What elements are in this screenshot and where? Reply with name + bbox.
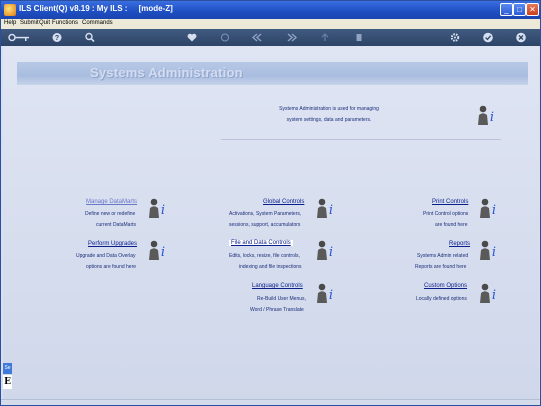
svg-text:i: i	[490, 110, 494, 125]
page-title: Systems Administration	[90, 65, 243, 80]
perform-upgrades-link[interactable]: Perform Upgrades	[88, 241, 137, 247]
maximize-button[interactable]: □	[513, 3, 526, 16]
reports-link[interactable]: Reports	[449, 241, 470, 247]
language-controls-desc-1: Re-Build User Menus,	[257, 296, 306, 302]
help-assistant-icon[interactable]: i	[477, 239, 499, 261]
help-assistant-icon[interactable]: i	[314, 239, 336, 261]
language-controls-link[interactable]: Language Controls	[252, 283, 303, 289]
divider	[221, 139, 501, 140]
minimize-button[interactable]: _	[500, 3, 513, 16]
global-controls-link[interactable]: Global Controls	[263, 199, 304, 205]
svg-text:i: i	[161, 245, 165, 260]
file-and-data-controls-desc-2: indexing and file inspections	[239, 264, 302, 270]
search-icon[interactable]	[84, 31, 96, 44]
print-controls-desc-2: are found here	[435, 222, 468, 228]
menu-commands[interactable]: Commands	[82, 20, 113, 26]
reports-desc-2: Reports are found here	[415, 264, 467, 270]
reports-desc-1: Systems Admin related	[417, 253, 469, 259]
menu-help[interactable]: Help	[4, 20, 16, 26]
menu-submit[interactable]: Submit	[20, 20, 39, 26]
status-bar	[1, 399, 540, 405]
side-panel-tab[interactable]: Se	[3, 363, 12, 374]
menu-quit[interactable]: Quit	[39, 20, 50, 26]
manage-datamarts-desc-2: current DataMarts	[96, 222, 137, 228]
close-icon[interactable]	[515, 31, 527, 44]
perform-upgrades-desc-1: Upgrade and Data Overlay	[76, 253, 136, 259]
main-content: Systems Administration Systems Administr…	[3, 46, 539, 404]
custom-options-link[interactable]: Custom Options	[424, 283, 467, 289]
section-banner: Systems Administration	[17, 62, 528, 85]
global-controls-desc-2: sessions, support, accumulators	[229, 222, 301, 228]
intro-line-2: system settings, data and parameters.	[286, 117, 372, 123]
help-assistant-icon[interactable]: i	[477, 282, 499, 304]
svg-text:i: i	[492, 245, 496, 260]
intro-line-1: Systems Administration is used for manag…	[279, 106, 379, 112]
help-assistant-icon[interactable]: i	[475, 104, 497, 126]
page-icon[interactable]	[353, 31, 365, 44]
settings-icon[interactable]	[449, 31, 461, 44]
toolbar: ?	[1, 29, 540, 46]
svg-text:i: i	[492, 203, 496, 218]
svg-text:i: i	[492, 288, 496, 303]
check-icon[interactable]	[482, 31, 494, 44]
menu-functions[interactable]: Functions	[52, 20, 78, 26]
key-icon[interactable]	[7, 31, 31, 44]
window-title: ILS Client(Q) v8.19 : My ILS : [mode-Z]	[19, 4, 173, 13]
print-controls-link[interactable]: Print Controls	[432, 199, 468, 205]
menu-bar: Help Submit Quit Functions Commands	[1, 19, 540, 29]
svg-text:i: i	[329, 245, 333, 260]
help-assistant-icon[interactable]: i	[146, 197, 168, 219]
svg-text:i: i	[329, 288, 333, 303]
circle-icon[interactable]	[219, 31, 231, 44]
close-window-button[interactable]: ✕	[526, 3, 539, 16]
help-assistant-icon[interactable]: i	[146, 239, 168, 261]
file-and-data-controls-desc-1: Edits, locks, resize, file controls,	[229, 253, 300, 259]
svg-text:i: i	[329, 203, 333, 218]
help-assistant-icon[interactable]: i	[314, 282, 336, 304]
language-controls-desc-2: Word / Phrase Translate	[250, 307, 304, 313]
custom-options-desc-1: Locally defined options	[416, 296, 467, 302]
help-assistant-icon[interactable]: i	[314, 197, 336, 219]
manage-datamarts-link[interactable]: Manage DataMarts	[86, 199, 137, 205]
fast-forward-icon[interactable]	[286, 31, 298, 44]
heart-icon[interactable]	[186, 31, 198, 44]
help-icon[interactable]: ?	[51, 31, 63, 44]
app-window: ILS Client(Q) v8.19 : My ILS : [mode-Z] …	[0, 0, 541, 406]
app-logo-icon	[4, 4, 16, 16]
up-arrow-icon[interactable]	[319, 31, 331, 44]
side-panel-letter[interactable]: E	[3, 375, 12, 389]
file-and-data-controls-link[interactable]: File and Data Controls	[229, 240, 293, 246]
svg-text:?: ?	[55, 35, 59, 42]
help-assistant-icon[interactable]: i	[477, 197, 499, 219]
svg-text:i: i	[161, 203, 165, 218]
rewind-icon[interactable]	[251, 31, 263, 44]
title-bar: ILS Client(Q) v8.19 : My ILS : [mode-Z] …	[1, 1, 540, 19]
perform-upgrades-desc-2: options are found here	[86, 264, 137, 270]
manage-datamarts-desc-1: Define new or redefine	[85, 211, 136, 217]
global-controls-desc-1: Activations, System Parameters,	[229, 211, 302, 217]
file-and-data-controls-label: File and Data Controls	[231, 240, 291, 246]
print-controls-desc-1: Print Control options	[423, 211, 469, 217]
